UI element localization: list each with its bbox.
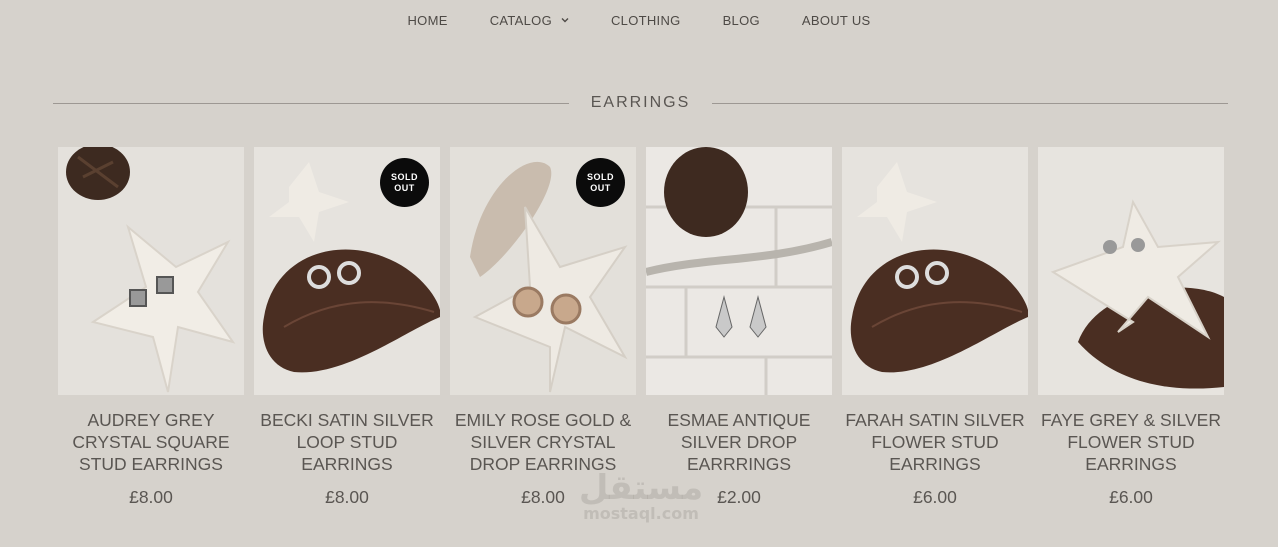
product-name[interactable]: ESMAE ANTIQUE SILVER DROP EARRRINGS: [646, 409, 832, 475]
product-name[interactable]: EMILY ROSE GOLD & SILVER CRYSTAL DROP EARR…: [450, 409, 636, 475]
product-image[interactable]: SOLD OUT: [450, 147, 636, 395]
badge-line: OUT: [394, 182, 415, 193]
watermark-arabic: مستقل: [578, 468, 704, 508]
product-price: £8.00: [325, 487, 369, 507]
product-name-line: SILVER DROP: [680, 432, 798, 452]
product-name[interactable]: BECKI SATIN SILVER LOOP STUD EARRINGS: [254, 409, 440, 475]
sold-out-badge: SOLD OUT: [576, 158, 625, 207]
product-photo: [58, 147, 244, 395]
nav-home-label: HOME: [407, 12, 448, 28]
product-name-line: FARAH SATIN SILVER: [845, 410, 1025, 430]
product-image[interactable]: [842, 147, 1028, 395]
product-name[interactable]: AUDREY GREY CRYSTAL SQUARE STUD EARRINGS: [58, 409, 244, 475]
product-name-line: FAYE GREY & SILVER: [1041, 410, 1221, 430]
nav-about-label: ABOUT US: [801, 12, 871, 28]
product-name-line: AUDREY GREY: [87, 410, 215, 430]
nav-clothing[interactable]: CLOTHING: [611, 13, 681, 28]
main-nav: HOME CATALOG CLOTHING BLOG ABOUT US: [0, 0, 1278, 40]
product-card[interactable]: SOLD OUT BECKI SATIN SILVER LOOP STUD EARRIN…: [254, 147, 440, 508]
product-name-line: LOOP STUD: [296, 432, 398, 452]
product-name-line: EARRINGS: [889, 454, 981, 474]
nav-catalog[interactable]: CATALOG: [490, 13, 569, 28]
divider-right: [712, 102, 1229, 104]
product-card[interactable]: ESMAE ANTIQUE SILVER DROP EARRRINGS £2.00: [646, 147, 832, 508]
section-header: EARRINGS: [53, 90, 1229, 116]
product-image[interactable]: [646, 147, 832, 395]
product-card[interactable]: SOLD OUT EMILY ROSE GOLD & SILVER CRYSTAL DR…: [450, 147, 636, 508]
product-photo: [1038, 147, 1224, 395]
product-image[interactable]: [58, 147, 244, 395]
product-name-line: CRYSTAL SQUARE: [72, 432, 230, 452]
product-name-line: FLOWER STUD: [871, 432, 999, 452]
chevron-down-icon: [561, 18, 569, 23]
product-name-line: EARRINGS: [301, 454, 393, 474]
product-photo: [842, 147, 1028, 395]
nav-blog-label: BLOG: [722, 12, 760, 28]
nav-clothing-label: CLOTHING: [610, 12, 681, 28]
product-grid: AUDREY GREY CRYSTAL SQUARE STUD EARRINGS £8…: [58, 147, 1224, 508]
product-name-line: ESMAE ANTIQUE: [667, 410, 811, 430]
sold-out-badge: SOLD OUT: [380, 158, 429, 207]
product-card[interactable]: FARAH SATIN SILVER FLOWER STUD EARRINGS £6.…: [842, 147, 1028, 508]
product-name-line: FLOWER STUD: [1067, 432, 1195, 452]
section-title: EARRINGS: [590, 94, 691, 111]
divider-left: [53, 102, 569, 104]
product-price: £6.00: [913, 487, 957, 507]
nav-home[interactable]: HOME: [407, 13, 447, 28]
product-price: £8.00: [129, 487, 173, 507]
watermark-latin: mostaql.com: [583, 504, 699, 523]
product-card[interactable]: FAYE GREY & SILVER FLOWER STUD EARRINGS £6.…: [1038, 147, 1224, 508]
product-name-line: SILVER CRYSTAL: [470, 432, 616, 452]
nav-blog[interactable]: BLOG: [723, 13, 760, 28]
badge-line: SOLD: [586, 171, 614, 182]
watermark: مستقل mostaql.com: [566, 468, 716, 523]
nav-catalog-label: CATALOG: [489, 12, 552, 28]
badge-line: SOLD: [390, 171, 418, 182]
nav-about-us[interactable]: ABOUT US: [802, 13, 871, 28]
product-photo: [646, 147, 832, 395]
product-image[interactable]: [1038, 147, 1224, 395]
product-name-line: EARRINGS: [1085, 454, 1177, 474]
product-name-line: BECKI SATIN SILVER: [260, 410, 434, 430]
product-name-line: EMILY ROSE GOLD &: [454, 410, 632, 430]
product-price: £6.00: [1109, 487, 1153, 507]
product-name[interactable]: FAYE GREY & SILVER FLOWER STUD EARRINGS: [1038, 409, 1224, 475]
product-name-line: STUD EARRINGS: [79, 454, 223, 474]
product-image[interactable]: SOLD OUT: [254, 147, 440, 395]
product-card[interactable]: AUDREY GREY CRYSTAL SQUARE STUD EARRINGS £8…: [58, 147, 244, 508]
product-name[interactable]: FARAH SATIN SILVER FLOWER STUD EARRINGS: [842, 409, 1028, 475]
badge-line: OUT: [590, 182, 611, 193]
